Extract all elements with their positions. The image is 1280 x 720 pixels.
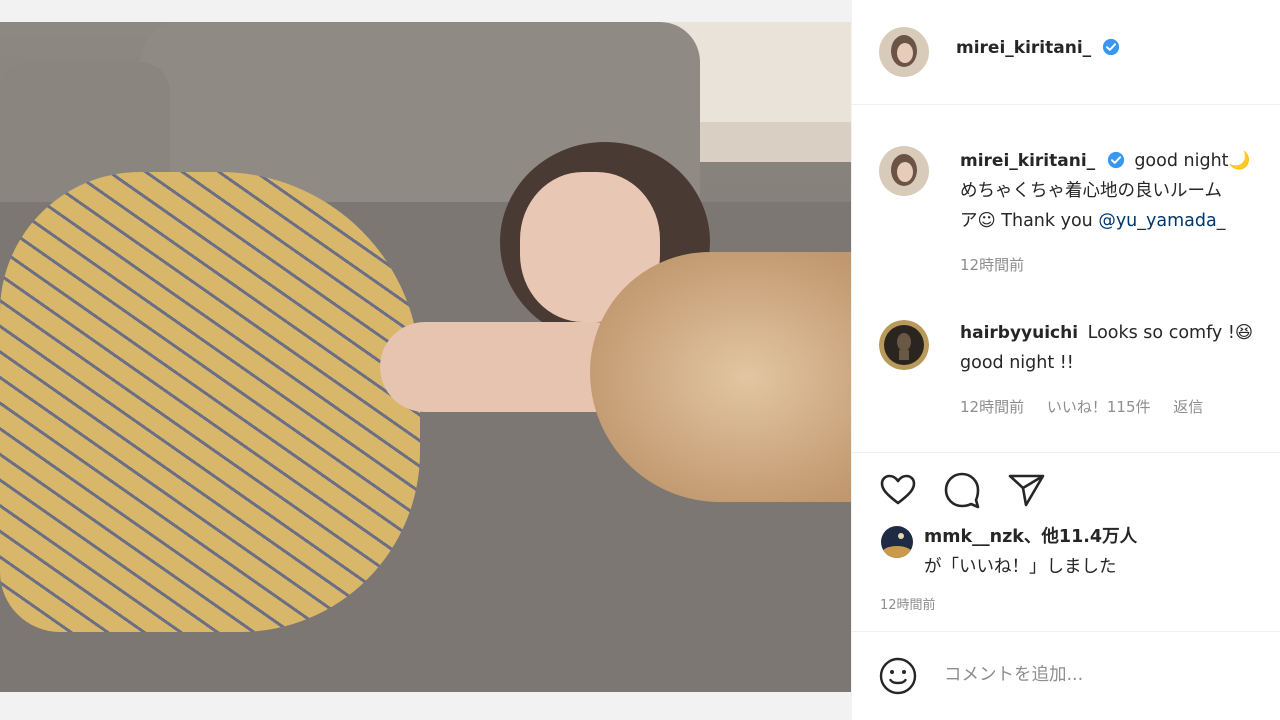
liker-avatar[interactable]	[881, 526, 913, 558]
caption-text-line3: ア☺ Thank you	[960, 211, 1099, 231]
author-username[interactable]: mirei_kiritani_	[956, 38, 1091, 58]
comment-icon	[944, 472, 980, 509]
post-timestamp[interactable]: 12時間前	[880, 594, 936, 613]
emoji-button[interactable]	[878, 656, 918, 700]
post-image[interactable]	[0, 22, 851, 692]
caption-avatar[interactable]	[879, 146, 929, 196]
verified-badge-icon	[1103, 38, 1120, 56]
caption-username[interactable]: mirei_kiritani_	[960, 151, 1095, 171]
verified-badge-icon	[1107, 151, 1124, 169]
likes-summary-line2: が「いいね！」しました	[924, 557, 1117, 577]
comment-text-line1: Looks so comfy !😆	[1087, 323, 1254, 343]
moon-emoji: 🌙	[1228, 151, 1251, 171]
background-shelf	[690, 122, 851, 162]
comment-text-line2: good night !!	[960, 353, 1074, 373]
commenter-username[interactable]: hairbyyuichi	[960, 323, 1078, 343]
commenter-avatar[interactable]	[879, 320, 929, 370]
post-side-panel: mirei_kiritani_ mirei_kiritani_ good nig…	[852, 0, 1280, 720]
comment-timestamp[interactable]: 12時間前	[960, 398, 1024, 416]
author-avatar[interactable]	[879, 27, 929, 77]
share-button[interactable]	[1006, 470, 1046, 514]
caption-text-line1: good night	[1134, 151, 1229, 171]
comment-button[interactable]	[942, 470, 982, 514]
likes-summary: mmk__nzk、他11.4万人 が「いいね！」しました	[924, 522, 1137, 582]
post-caption: mirei_kiritani_ good night🌙 めちゃくちゃ着心地の良い…	[960, 146, 1276, 280]
caption-text-line2: めちゃくちゃ着心地の良いルーム	[960, 181, 1222, 201]
comment-meta: 12時間前 いいね！115件 返信	[960, 392, 1276, 422]
heart-icon	[880, 474, 916, 505]
like-button[interactable]	[878, 470, 918, 514]
comment-reply-button[interactable]: 返信	[1173, 398, 1203, 416]
comment-item: hairbyyuichi Looks so comfy !😆 good nigh…	[960, 318, 1276, 422]
comments-divider	[852, 452, 1280, 453]
comment-box-divider	[852, 631, 1280, 632]
header-divider	[852, 104, 1280, 105]
person-striped-pajamas	[0, 172, 420, 632]
send-icon	[1008, 474, 1045, 507]
smiley-icon	[879, 657, 917, 695]
caption-mention-link[interactable]: @yu_yamada_	[1098, 211, 1225, 231]
comment-input[interactable]: コメントを追加...	[944, 661, 1083, 686]
likes-count[interactable]: 、他11.4万人	[1024, 527, 1137, 547]
dog	[590, 252, 851, 502]
caption-timestamp[interactable]: 12時間前	[960, 250, 1276, 280]
liker-username[interactable]: mmk__nzk	[924, 527, 1024, 547]
post-header: mirei_kiritani_	[852, 0, 1280, 104]
comment-likes-count[interactable]: いいね！115件	[1047, 398, 1151, 416]
author-name-row: mirei_kiritani_	[956, 38, 1120, 58]
